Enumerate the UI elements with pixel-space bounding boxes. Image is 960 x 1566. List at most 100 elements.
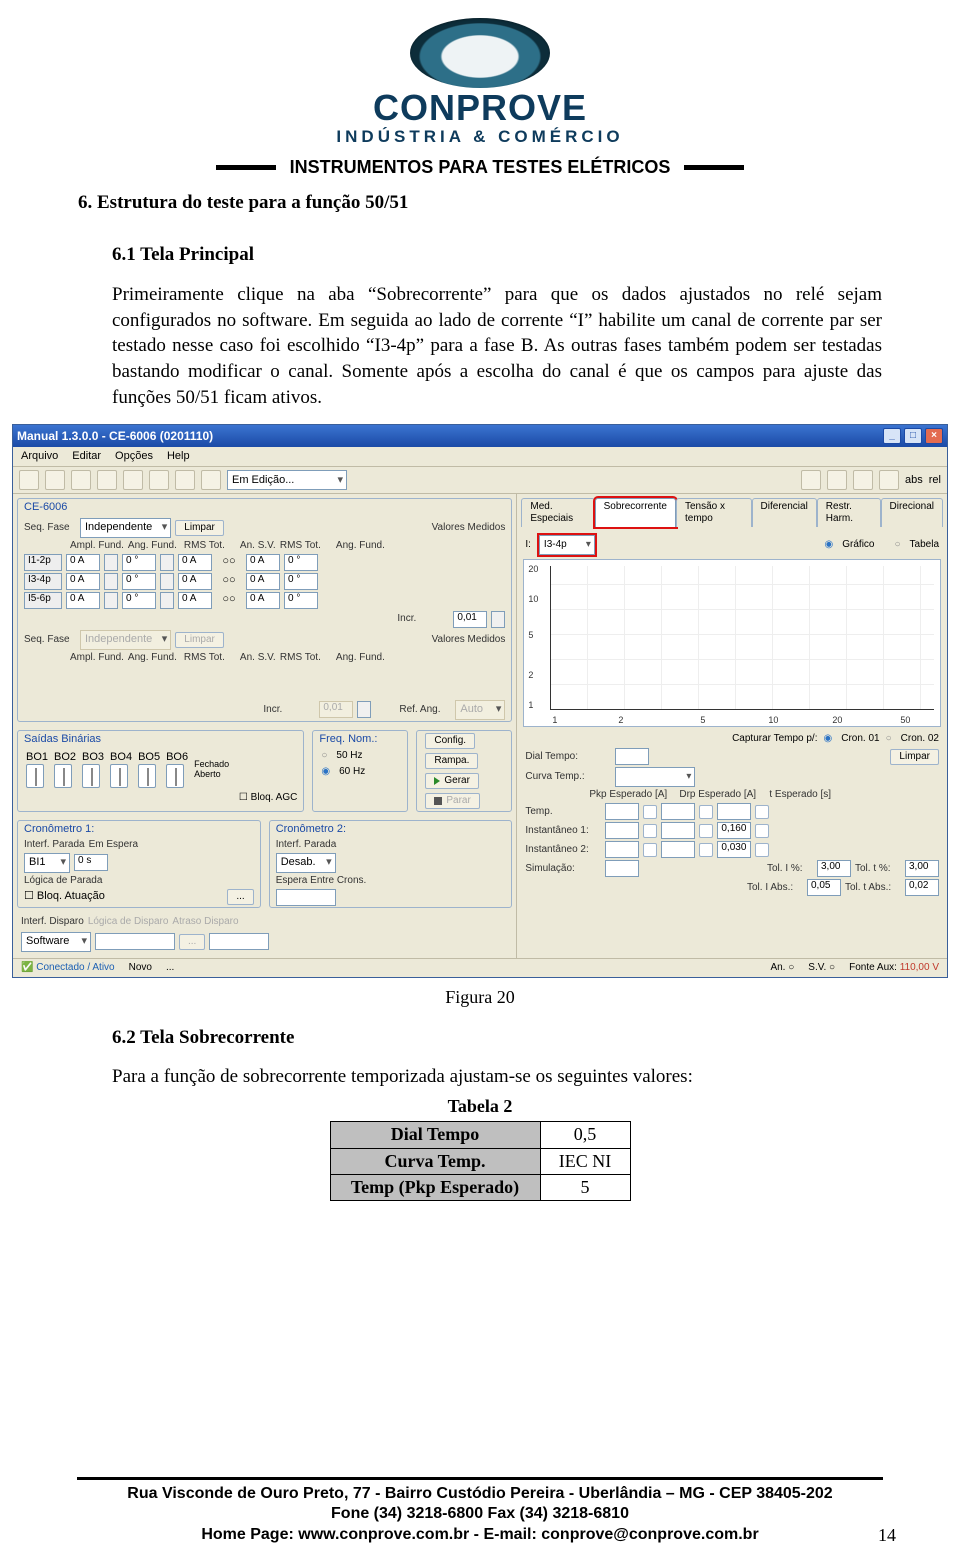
editing-state-dropdown[interactable]: Em Edição... [227, 470, 347, 490]
ampl-input[interactable]: 0 A [66, 592, 100, 609]
cron01-radio[interactable] [824, 733, 836, 745]
ang-input[interactable]: 0 ° [122, 592, 156, 609]
simulacao-input[interactable] [605, 860, 639, 877]
inst2-tesp-input[interactable]: 0,030 [717, 841, 751, 858]
stepper-icon[interactable] [104, 554, 118, 571]
search-icon[interactable] [643, 843, 657, 857]
stepper-icon[interactable] [160, 573, 174, 590]
toolbar-btn-icon[interactable] [45, 470, 65, 490]
refang-dropdown[interactable]: Auto [455, 700, 505, 720]
bi-dropdown[interactable]: BI1 [24, 853, 70, 873]
disparo-dropdown[interactable]: Software [21, 932, 91, 952]
ang-input[interactable]: 0 ° [122, 573, 156, 590]
ellipsis-button[interactable]: ... [227, 889, 253, 905]
minimize-icon[interactable]: _ [883, 428, 901, 444]
bo-switch[interactable] [138, 764, 156, 788]
bloq-atuacao-checkbox[interactable]: ☐ Bloq. Atuação [24, 890, 105, 903]
tab-direcional[interactable]: Direcional [881, 498, 943, 527]
bo-switch[interactable] [82, 764, 100, 788]
incr-input[interactable]: 0,01 [453, 611, 487, 628]
rms-input[interactable]: 0 A [178, 554, 212, 571]
view-tabela-radio[interactable] [894, 539, 903, 551]
cron02-radio[interactable] [886, 733, 895, 745]
bo-switch[interactable] [166, 764, 184, 788]
toolbar-p-icon[interactable] [853, 470, 873, 490]
tol-i-input[interactable]: 3,00 [817, 860, 851, 877]
curva-temp-dropdown[interactable] [615, 767, 695, 787]
search-icon[interactable] [755, 843, 769, 857]
inst1-pkp-input[interactable] [605, 822, 639, 839]
view-grafico-radio[interactable] [825, 539, 837, 551]
search-icon[interactable] [643, 824, 657, 838]
tab-restr-harm[interactable]: Restr. Harm. [817, 498, 881, 527]
close-icon[interactable]: × [925, 428, 943, 444]
search-icon[interactable] [643, 805, 657, 819]
temp-tesp-input[interactable] [717, 803, 751, 820]
rms-input[interactable]: 0 A [178, 573, 212, 590]
fechado-label: Fechado [194, 759, 229, 770]
toolbar-btn-icon[interactable] [201, 470, 221, 490]
toolbar-btn-icon[interactable] [19, 470, 39, 490]
toolbar-btn-icon[interactable] [123, 470, 143, 490]
stepper-icon[interactable] [104, 592, 118, 609]
stepper-icon[interactable] [160, 554, 174, 571]
menu-help[interactable]: Help [167, 450, 190, 463]
inst1-tesp-input[interactable]: 0,160 [717, 822, 751, 839]
inst1-drp-input[interactable] [661, 822, 695, 839]
temp-pkp-input[interactable] [605, 803, 639, 820]
limpar-params-button[interactable]: Limpar [890, 749, 939, 765]
toolbar-abs-btn[interactable]: abs [905, 474, 923, 487]
search-icon[interactable] [699, 824, 713, 838]
menu-arquivo[interactable]: Arquivo [21, 450, 58, 463]
tab-sobrecorrente[interactable]: Sobrecorrente [595, 498, 676, 527]
toolbar-btn-icon[interactable] [97, 470, 117, 490]
tab-diferencial[interactable]: Diferencial [752, 498, 817, 527]
bo-switch[interactable] [110, 764, 128, 788]
inst2-drp-input[interactable] [661, 841, 695, 858]
menu-opcoes[interactable]: Opções [115, 450, 153, 463]
maximize-icon[interactable]: □ [904, 428, 922, 444]
stepper-icon[interactable] [104, 573, 118, 590]
freq-60-radio[interactable] [321, 766, 333, 778]
temp-drp-input[interactable] [661, 803, 695, 820]
rampa-button[interactable]: Rampa. [425, 753, 478, 769]
search-icon[interactable] [699, 805, 713, 819]
search-icon[interactable] [699, 843, 713, 857]
menu-bar[interactable]: Arquivo Editar Opções Help [13, 447, 947, 467]
limpar-button[interactable]: Limpar [175, 520, 224, 536]
inst2-pkp-input[interactable] [605, 841, 639, 858]
i-channel-dropdown[interactable]: I3-4p [539, 535, 595, 555]
window-titlebar[interactable]: Manual 1.3.0.0 - CE-6006 (0201110) _ □ × [13, 425, 947, 447]
toolbar-btn-icon[interactable] [175, 470, 195, 490]
stepper-icon[interactable] [491, 611, 505, 628]
bloq-agc-checkbox[interactable]: ☐ Bloq. AGC [239, 792, 297, 804]
toolbar-btn-icon[interactable] [149, 470, 169, 490]
toolbar-clock-icon[interactable] [801, 470, 821, 490]
cron2-dropdown[interactable]: Desab. [276, 853, 336, 873]
toolbar-s-icon[interactable] [879, 470, 899, 490]
bo-switch[interactable] [26, 764, 44, 788]
freq-50-radio[interactable] [321, 750, 330, 762]
stepper-icon[interactable] [160, 592, 174, 609]
toolbar-wave-icon[interactable] [827, 470, 847, 490]
bo-switch[interactable] [54, 764, 72, 788]
search-icon[interactable] [755, 805, 769, 819]
tol-t-input[interactable]: 3,00 [905, 860, 939, 877]
espera-input[interactable]: 0 s [74, 854, 108, 871]
dial-tempo-input[interactable] [615, 748, 649, 765]
ampl-input[interactable]: 0 A [66, 554, 100, 571]
gerar-button[interactable]: Gerar [425, 773, 479, 789]
tab-tensao[interactable]: Tensão x tempo [676, 498, 752, 527]
config-button[interactable]: Config. [425, 733, 475, 749]
search-icon[interactable] [755, 824, 769, 838]
seq-fase-dropdown[interactable]: Independente [80, 518, 171, 538]
menu-editar[interactable]: Editar [72, 450, 101, 463]
tol-i-abs-input[interactable]: 0,05 [807, 879, 841, 896]
rms-input[interactable]: 0 A [178, 592, 212, 609]
tol-t-abs-input[interactable]: 0,02 [905, 879, 939, 896]
ang-input[interactable]: 0 ° [122, 554, 156, 571]
toolbar-rel-btn[interactable]: rel [929, 474, 941, 487]
toolbar-btn-icon[interactable] [71, 470, 91, 490]
ampl-input[interactable]: 0 A [66, 573, 100, 590]
tab-med-especiais[interactable]: Med. Especiais [521, 498, 594, 527]
